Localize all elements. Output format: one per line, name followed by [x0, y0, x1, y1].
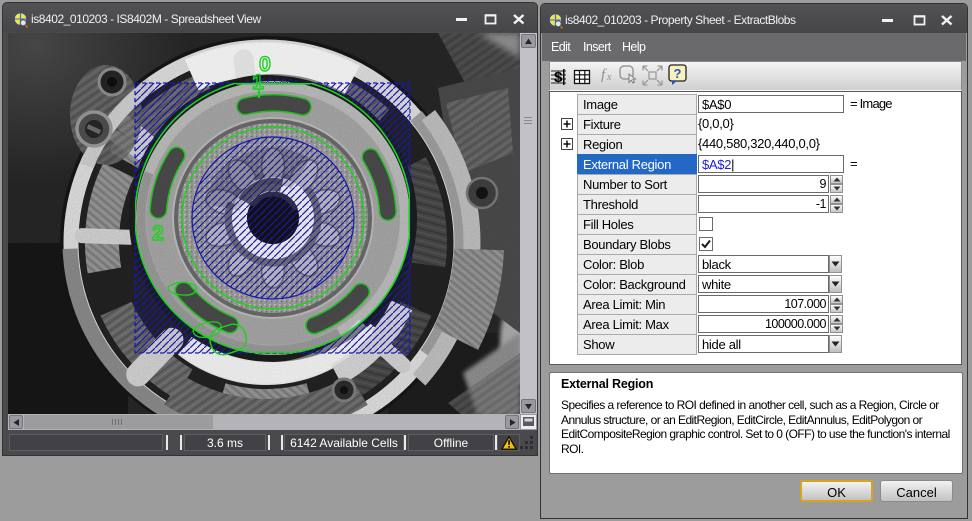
svg-text:x: x [606, 72, 612, 83]
svg-text:$: $ [554, 69, 563, 86]
svg-text:?: ? [674, 66, 682, 81]
svg-text:2: 2 [152, 222, 164, 245]
